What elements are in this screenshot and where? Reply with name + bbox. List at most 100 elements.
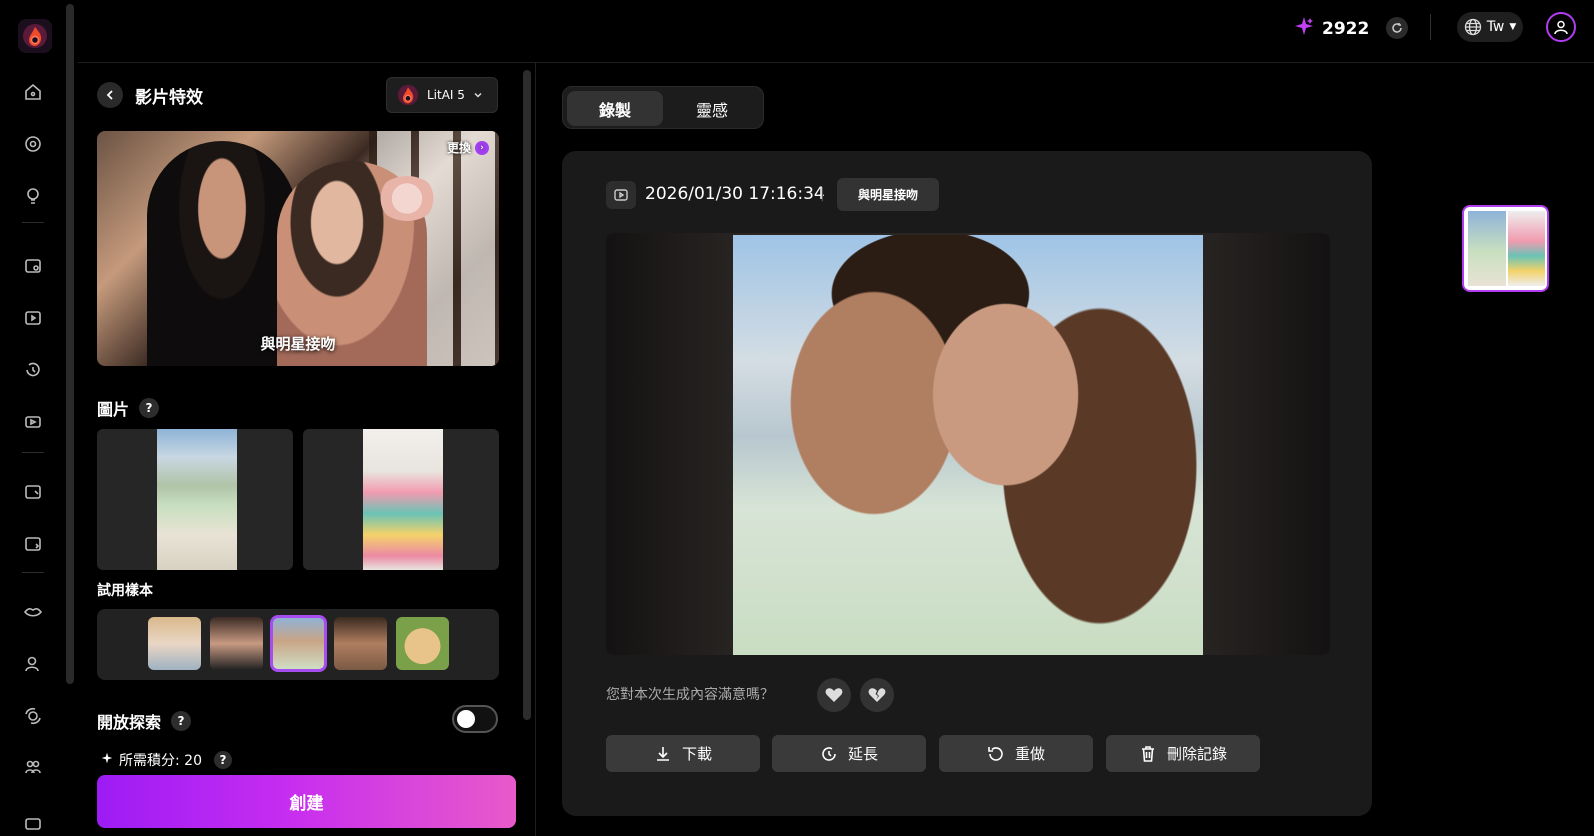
tab-record[interactable]: 錄製 [567, 91, 663, 126]
download-icon [656, 746, 669, 761]
more-video-icon[interactable] [21, 812, 45, 836]
explore-label: 開放探索 [97, 713, 162, 732]
rail-divider [22, 452, 44, 453]
face-swap-icon[interactable] [21, 704, 45, 728]
record-timestamp: 2026/01/30 17:16:34 [645, 184, 825, 204]
language-label: Tw [1486, 19, 1505, 35]
ai-avatar-icon[interactable] [21, 652, 45, 676]
main-tabs: 錄製 靈感 [562, 86, 764, 129]
images-section-label: 圖片 ? [97, 396, 160, 420]
feedback-question: 您對本次生成內容滿意嗎？ [606, 687, 774, 703]
heart-icon [825, 688, 843, 702]
samples-section-label: 試用樣本 [97, 580, 153, 600]
photo-enhance-icon[interactable] [21, 532, 45, 556]
download-label: 下載 [681, 745, 712, 763]
photo-effect-icon[interactable] [21, 480, 45, 504]
refresh-credits-button[interactable] [1386, 17, 1408, 39]
nav-rail [0, 0, 66, 836]
help-icon[interactable]: ? [171, 711, 192, 731]
refresh-icon [1392, 23, 1402, 33]
redo-label: 重做 [1014, 745, 1045, 763]
explore-toggle[interactable] [452, 705, 498, 733]
sample-strip [97, 609, 499, 680]
dislike-button[interactable] [860, 678, 894, 712]
credits-display: 2922 [1294, 16, 1369, 41]
group-icon[interactable] [21, 756, 45, 780]
record-effect-tag: 與明星接吻 [837, 178, 939, 211]
images-label: 圖片 [97, 400, 130, 419]
effect-preview-card[interactable]: 更換 › 與明星接吻 [97, 131, 499, 366]
download-button[interactable]: 下載 [606, 735, 760, 772]
video-record-icon [606, 181, 636, 209]
rail-divider [22, 222, 44, 223]
credits-count: 2922 [1322, 18, 1370, 39]
trash-icon [1141, 745, 1154, 762]
redo-icon [988, 746, 1003, 761]
language-selector[interactable]: Tw ▼ [1457, 12, 1523, 42]
cost-info: 所需積分: 20 ? [101, 750, 232, 770]
image-slot-1[interactable] [97, 429, 293, 570]
redo-button[interactable]: 重做 [939, 735, 1093, 772]
sample-thumbnail[interactable] [210, 617, 263, 670]
video-icon[interactable] [21, 306, 45, 330]
create-button[interactable]: 創建 [97, 775, 516, 828]
rail-divider [22, 572, 44, 573]
history-icon[interactable] [21, 358, 45, 382]
sample-thumbnail[interactable] [396, 617, 449, 670]
toggle-knob [457, 710, 475, 728]
chevron-left-icon [106, 90, 113, 100]
effect-preview-flowers [377, 176, 437, 221]
tab-inspiration[interactable]: 靈感 [664, 91, 760, 126]
extend-icon [822, 746, 836, 761]
like-button[interactable] [817, 678, 851, 712]
chevron-right-icon: › [475, 140, 489, 155]
model-name: LitAI 5 [427, 88, 465, 102]
video-player[interactable] [606, 233, 1330, 655]
change-effect-button[interactable]: 更換 › [447, 139, 489, 156]
help-icon[interactable]: ? [213, 751, 232, 769]
broken-heart-icon [868, 688, 886, 702]
chevron-down-icon [474, 92, 482, 98]
generated-video-frame[interactable] [733, 235, 1203, 655]
panel-title: 影片特效 [135, 88, 203, 108]
app-root: 2922 Tw ▼ 影片特效 LitAI 5 更換 › 與明星接吻 圖片 ? 試… [0, 0, 1594, 836]
app-logo[interactable] [18, 19, 52, 53]
caret-down-icon: ▼ [1509, 22, 1517, 32]
cost-label: 所需積分: 20 [119, 753, 202, 769]
sample-thumbnail-selected[interactable] [270, 615, 327, 672]
change-effect-label: 更換 [446, 141, 471, 155]
globe-icon [1464, 18, 1481, 36]
user-icon [1554, 20, 1568, 35]
topbar-divider [1430, 14, 1431, 40]
image-slot-2[interactable] [303, 429, 499, 570]
back-button[interactable] [97, 82, 123, 108]
video-effect-icon[interactable] [21, 410, 45, 434]
effect-name: 與明星接吻 [260, 335, 336, 353]
thumbnail-image-man [1468, 211, 1506, 286]
sample-thumbnail[interactable] [148, 617, 201, 670]
idea-icon[interactable] [21, 184, 45, 208]
samples-label: 試用樣本 [97, 583, 153, 599]
home-icon[interactable] [21, 80, 45, 104]
model-selector[interactable]: LitAI 5 [386, 77, 498, 113]
delete-record-button[interactable]: 刪除記錄 [1106, 735, 1260, 772]
sparkle-icon [101, 752, 113, 768]
panel-divider [535, 63, 536, 836]
timestamp-separator: | [820, 186, 825, 202]
explore-section-label: 開放探索 ? [97, 709, 192, 733]
history-thumbnail-selected[interactable] [1462, 205, 1549, 292]
image-edit-icon[interactable] [21, 254, 45, 278]
uploaded-image-woman [363, 429, 443, 570]
model-logo-icon [397, 84, 419, 106]
panel-scrollbar[interactable] [523, 70, 531, 720]
thumbnail-image-woman [1508, 211, 1545, 286]
uploaded-image-man [157, 429, 237, 570]
discover-icon[interactable] [21, 132, 45, 156]
user-avatar-button[interactable] [1546, 12, 1576, 42]
lips-icon[interactable] [21, 600, 45, 624]
rail-scrollbar[interactable] [66, 4, 74, 684]
sample-thumbnail[interactable] [334, 617, 387, 670]
extend-button[interactable]: 延長 [772, 735, 926, 772]
delete-record-label: 刪除記錄 [1166, 745, 1227, 763]
help-icon[interactable]: ? [139, 398, 160, 418]
